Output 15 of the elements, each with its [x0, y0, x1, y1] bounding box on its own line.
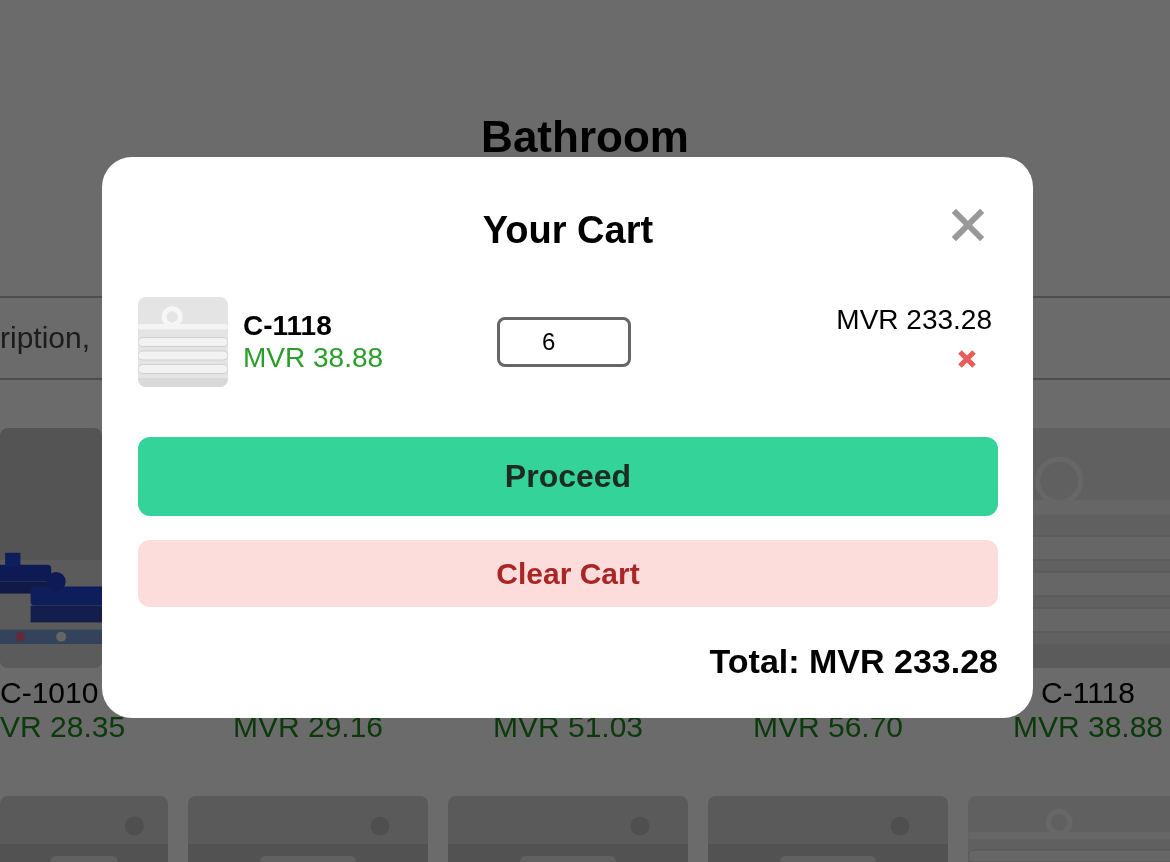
page-title: Bathroom [480, 112, 690, 162]
clear-cart-button[interactable]: Clear Cart [138, 540, 998, 607]
item-price: MVR 38.88 [243, 342, 385, 374]
item-name: C-1118 [243, 310, 333, 342]
quantity-field[interactable]: 6 [497, 317, 631, 367]
product-price: VR 28.35 [0, 710, 126, 744]
product-price: MVR 38.88 [1012, 710, 1164, 744]
cart-title: Your Cart [482, 208, 654, 253]
close-icon[interactable] [952, 209, 984, 241]
line-total: MVR 233.28 [836, 305, 992, 335]
remove-icon[interactable] [957, 349, 977, 369]
product-name: C-1118 [1041, 676, 1135, 710]
cart-total: Total: MVR 233.28 [708, 641, 998, 681]
proceed-button[interactable]: Proceed [138, 437, 998, 516]
product-name: C-1010 [0, 676, 99, 710]
